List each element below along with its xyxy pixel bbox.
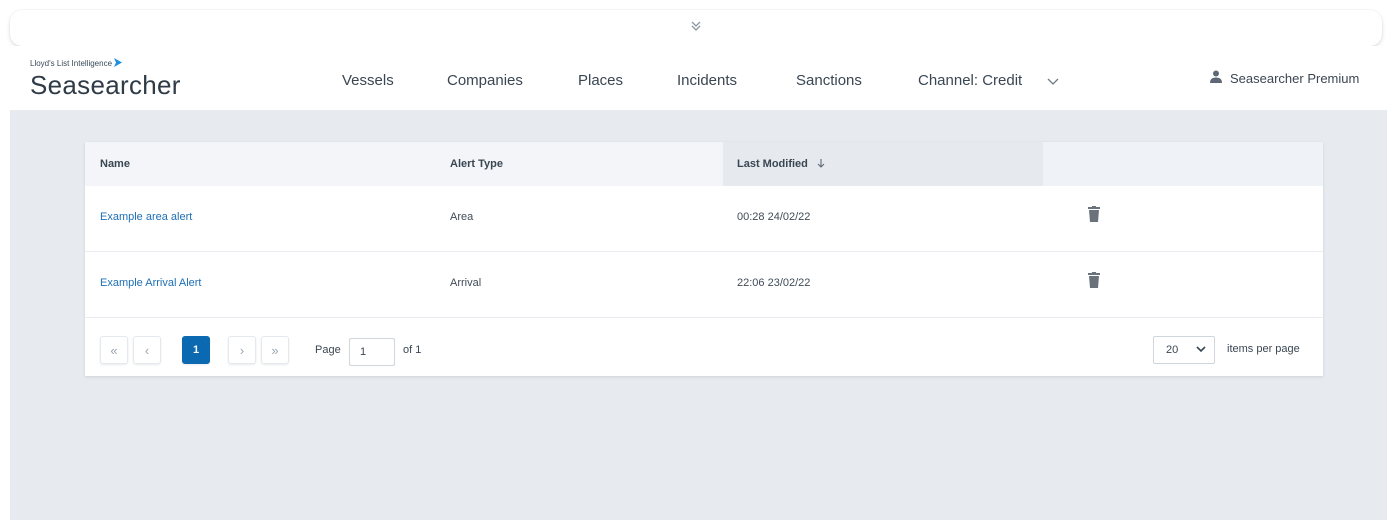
nav-item-incidents[interactable]: Incidents <box>677 72 737 89</box>
chevron-down-icon[interactable] <box>1046 74 1060 86</box>
arrow-logo-icon <box>114 58 123 69</box>
previous-page-button[interactable]: ‹ <box>133 336 161 364</box>
alert-name-link[interactable]: Example Arrival Alert <box>100 277 201 289</box>
chevron-down-icon <box>1196 344 1206 356</box>
trash-icon[interactable] <box>1088 272 1100 288</box>
items-per-page-select[interactable]: 20 <box>1153 336 1215 364</box>
page-number-input[interactable] <box>349 338 395 366</box>
column-header-name[interactable]: Name <box>100 142 440 186</box>
last-page-button[interactable]: » <box>261 336 289 364</box>
last-modified-cell: 22:06 23/02/22 <box>737 277 811 289</box>
alert-type-cell: Arrival <box>450 277 482 289</box>
pagination: « ‹ 1 › » Page of 1 20 items per page <box>85 320 1323 376</box>
table-header: Name Alert Type Last Modified <box>85 142 1323 186</box>
nav-item-places[interactable]: Places <box>578 72 623 89</box>
nav-item-channel-credit[interactable]: Channel: Credit <box>918 72 1022 89</box>
items-per-page-value: 20 <box>1166 344 1179 356</box>
items-per-page-label: items per page <box>1227 343 1300 355</box>
alerts-table-card: Name Alert Type Last Modified Example ar… <box>85 142 1323 376</box>
top-navigation-header: Lloyd's List Intelligence Seasearcher Ve… <box>10 46 1387 110</box>
brand-logo[interactable]: Lloyd's List Intelligence Seasearcher <box>30 58 181 101</box>
sort-arrow-down-icon <box>811 158 825 170</box>
column-header-actions <box>1043 142 1323 186</box>
nav-item-vessels[interactable]: Vessels <box>342 72 394 89</box>
page-1-button[interactable]: 1 <box>182 336 210 364</box>
nav-item-sanctions[interactable]: Sanctions <box>796 72 862 89</box>
first-page-button[interactable]: « <box>100 336 128 364</box>
table-row: Example Arrival Alert Arrival 22:06 23/0… <box>85 252 1323 318</box>
brand-product-name: Seasearcher <box>30 70 181 100</box>
double-chevron-down-icon[interactable] <box>689 19 703 38</box>
user-menu[interactable]: Seasearcher Premium <box>1210 70 1359 86</box>
last-modified-cell: 00:28 24/02/22 <box>737 211 811 223</box>
brand-company: Lloyd's List Intelligence <box>30 58 181 69</box>
column-header-alert-type[interactable]: Alert Type <box>450 142 720 186</box>
next-page-button[interactable]: › <box>228 336 256 364</box>
table-row: Example area alert Area 00:28 24/02/22 <box>85 186 1323 252</box>
brand-company-text: Lloyd's List Intelligence <box>30 59 113 68</box>
user-icon <box>1210 70 1222 86</box>
collapse-bar[interactable] <box>10 10 1382 46</box>
alert-name-link[interactable]: Example area alert <box>100 211 192 223</box>
nav-item-companies[interactable]: Companies <box>447 72 523 89</box>
alert-type-cell: Area <box>450 211 474 223</box>
trash-icon[interactable] <box>1088 206 1100 222</box>
column-header-last-modified-label: Last Modified <box>737 158 808 170</box>
page-count-label: of 1 <box>403 344 422 356</box>
main-content: Name Alert Type Last Modified Example ar… <box>10 110 1387 520</box>
column-header-last-modified[interactable]: Last Modified <box>723 142 1043 186</box>
user-name: Seasearcher Premium <box>1230 70 1360 86</box>
page-label: Page <box>315 344 341 356</box>
